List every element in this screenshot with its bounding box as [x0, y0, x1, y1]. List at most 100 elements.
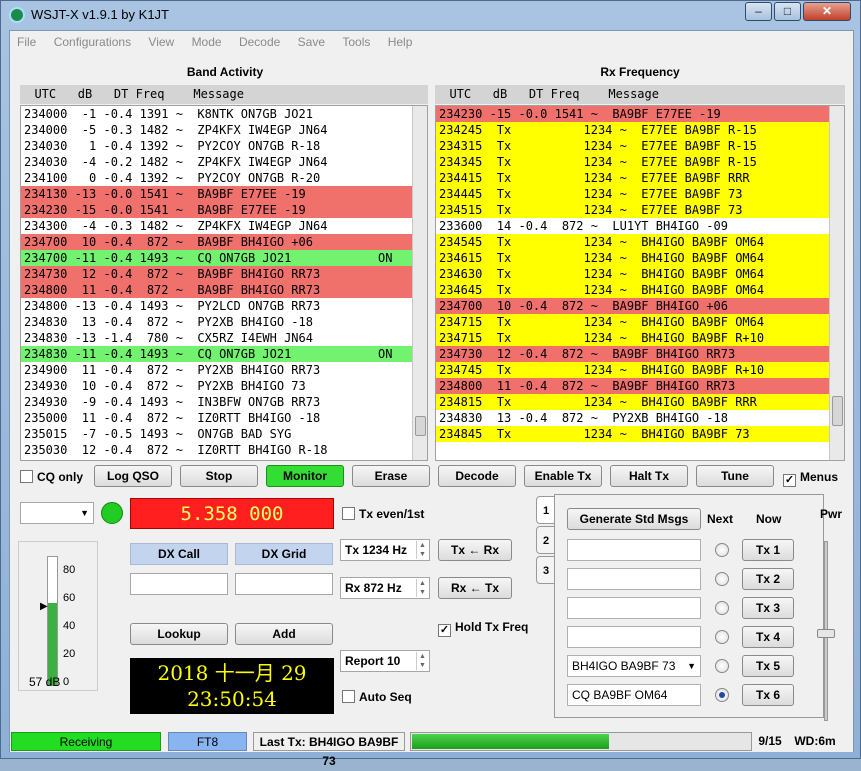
auto-seq-checkbox[interactable]: Auto Seq — [342, 690, 412, 704]
decode-row[interactable]: 234545 Tx 1234 ~ BH4IGO BA9BF OM64 — [436, 234, 844, 250]
decode-row[interactable]: 234830 -13 -1.4 780 ~ CX5RZ I4EWH JN64 — [21, 330, 427, 346]
decode-row[interactable]: 234030 1 -0.4 1392 ~ PY2COY ON7GB R-18 — [21, 138, 427, 154]
rx-frequency-scrollbar[interactable] — [829, 106, 844, 460]
tx-from-rx-button[interactable]: Tx ← Rx — [438, 539, 512, 561]
decode-row[interactable]: 234830 13 -0.4 872 ~ PY2XB BH4IGO -18 — [21, 314, 427, 330]
decode-row[interactable]: 234615 Tx 1234 ~ BH4IGO BA9BF OM64 — [436, 250, 844, 266]
spin-arrows-icon[interactable]: ▲ ▼ — [416, 541, 428, 559]
tx6-now-button[interactable]: Tx 6 — [742, 684, 794, 706]
decode-row[interactable]: 234700 -11 -0.4 1493 ~ CQ ON7GB JO21 ON — [21, 250, 427, 266]
band-select[interactable]: ▼ — [20, 502, 94, 524]
checkbox-box[interactable] — [342, 690, 355, 703]
menus-checkbox[interactable]: ✓ Menus — [783, 470, 838, 487]
checkbox-box[interactable] — [20, 470, 33, 483]
decode-row[interactable]: 234845 Tx 1234 ~ BH4IGO BA9BF 73 — [436, 426, 844, 442]
cq-only-checkbox[interactable]: CQ only — [20, 470, 83, 484]
log-qso-button[interactable]: Log QSO — [94, 465, 172, 487]
spin-arrows-icon[interactable]: ▲ ▼ — [416, 579, 428, 597]
tx5-next-radio[interactable] — [715, 659, 729, 673]
decode-row[interactable]: 233600 14 -0.4 872 ~ LU1YT BH4IGO -09 — [436, 218, 844, 234]
tab-1[interactable]: 1 — [536, 496, 556, 524]
menu-tools[interactable]: Tools — [335, 31, 377, 53]
tx5-message-field[interactable]: BH4IGO BA9BF 73 ▼ — [567, 655, 701, 677]
erase-button[interactable]: Erase — [352, 465, 430, 487]
tx3-message-field[interactable] — [567, 597, 701, 619]
band-activity-list[interactable]: 234000 -1 -0.4 1391 ~ K8NTK ON7GB JO21 23… — [20, 105, 428, 461]
decode-row[interactable]: 234230 -15 -0.0 1541 ~ BA9BF E77EE -19 — [21, 202, 427, 218]
decode-row[interactable]: 234000 -5 -0.3 1482 ~ ZP4KFX IW4EGP JN64 — [21, 122, 427, 138]
halt-tx-button[interactable]: Halt Tx — [610, 465, 688, 487]
decode-row[interactable]: 234800 11 -0.4 872 ~ BA9BF BH4IGO RR73 — [21, 282, 427, 298]
scroll-thumb[interactable] — [415, 416, 426, 436]
report-spinbox[interactable]: Report 10 ▲ ▼ — [340, 650, 430, 672]
checkbox-box[interactable] — [342, 507, 355, 520]
tx1-next-radio[interactable] — [715, 543, 729, 557]
spin-arrows-icon[interactable]: ▲ ▼ — [416, 652, 428, 670]
decode-row[interactable]: 234830 13 -0.4 872 ~ PY2XB BH4IGO -18 — [436, 410, 844, 426]
decode-row[interactable]: 234700 10 -0.4 872 ~ BA9BF BH4IGO +06 — [21, 234, 427, 250]
decode-row[interactable]: 234000 -1 -0.4 1391 ~ K8NTK ON7GB JO21 — [21, 106, 427, 122]
enable-tx-button[interactable]: Enable Tx — [524, 465, 602, 487]
decode-row[interactable]: 235015 -7 -0.5 1493 ~ ON7GB BAD SYG — [21, 426, 427, 442]
generate-std-msgs-button[interactable]: Generate Std Msgs — [567, 508, 701, 530]
decode-row[interactable]: 234900 11 -0.4 872 ~ PY2XB BH4IGO RR73 — [21, 362, 427, 378]
tx1-message-field[interactable] — [567, 539, 701, 561]
dx-call-input[interactable] — [130, 573, 228, 595]
decode-row[interactable]: 234345 Tx 1234 ~ E77EE BA9BF R-15 — [436, 154, 844, 170]
decode-row[interactable]: 234700 10 -0.4 872 ~ BA9BF BH4IGO +06 — [436, 298, 844, 314]
tx4-message-field[interactable] — [567, 626, 701, 648]
decode-row[interactable]: 234930 10 -0.4 872 ~ PY2XB BH4IGO 73 — [21, 378, 427, 394]
decode-row[interactable]: 234300 -4 -0.3 1482 ~ ZP4KFX IW4EGP JN64 — [21, 218, 427, 234]
decode-row[interactable]: 234730 12 -0.4 872 ~ BA9BF BH4IGO RR73 — [436, 346, 844, 362]
tx6-message-field[interactable]: CQ BA9BF OM64 — [567, 684, 701, 706]
decode-row[interactable]: 234830 -11 -0.4 1493 ~ CQ ON7GB JO21 ON — [21, 346, 427, 362]
tx2-now-button[interactable]: Tx 2 — [742, 568, 794, 590]
tx1-now-button[interactable]: Tx 1 — [742, 539, 794, 561]
menu-save[interactable]: Save — [291, 31, 332, 53]
close-button[interactable]: ✕ — [803, 2, 851, 21]
hold-tx-freq-checkbox[interactable]: ✓ Hold Tx Freq — [438, 620, 528, 637]
tab-2[interactable]: 2 — [536, 526, 556, 554]
rx-from-tx-button[interactable]: Rx ← Tx — [438, 577, 512, 599]
tx6-next-radio[interactable] — [715, 688, 729, 702]
checkbox-box[interactable]: ✓ — [783, 474, 796, 487]
decode-row[interactable]: 234715 Tx 1234 ~ BH4IGO BA9BF OM64 — [436, 314, 844, 330]
tx3-next-radio[interactable] — [715, 601, 729, 615]
maximize-button[interactable]: □ — [774, 2, 801, 21]
menu-configurations[interactable]: Configurations — [47, 31, 138, 53]
decode-row[interactable]: 234930 -9 -0.4 1493 ~ IN3BFW ON7GB RR73 — [21, 394, 427, 410]
scroll-thumb[interactable] — [832, 396, 843, 426]
menu-file[interactable]: File — [10, 31, 43, 53]
decode-row[interactable]: 235030 12 -0.4 872 ~ IZ0RTT BH4IGO R-18 — [21, 442, 427, 458]
decode-row[interactable]: 234800 -13 -0.4 1493 ~ PY2LCD ON7GB RR73 — [21, 298, 427, 314]
decode-row[interactable]: 234645 Tx 1234 ~ BH4IGO BA9BF OM64 — [436, 282, 844, 298]
decode-row[interactable]: 234445 Tx 1234 ~ E77EE BA9BF 73 — [436, 186, 844, 202]
tx2-message-field[interactable] — [567, 568, 701, 590]
decode-row[interactable]: 234315 Tx 1234 ~ E77EE BA9BF R-15 — [436, 138, 844, 154]
tx4-next-radio[interactable] — [715, 630, 729, 644]
menu-help[interactable]: Help — [381, 31, 420, 53]
decode-button[interactable]: Decode — [438, 465, 516, 487]
decode-row[interactable]: 234415 Tx 1234 ~ E77EE BA9BF RRR — [436, 170, 844, 186]
minimize-button[interactable]: – — [745, 2, 772, 21]
decode-row[interactable]: 234245 Tx 1234 ~ E77EE BA9BF R-15 — [436, 122, 844, 138]
menu-decode[interactable]: Decode — [232, 31, 287, 53]
menu-mode[interactable]: Mode — [185, 31, 229, 53]
tx4-now-button[interactable]: Tx 4 — [742, 626, 794, 648]
pwr-slider-handle[interactable] — [817, 629, 835, 638]
decode-row[interactable]: 234100 0 -0.4 1392 ~ PY2COY ON7GB R-20 — [21, 170, 427, 186]
monitor-button[interactable]: Monitor — [266, 465, 344, 487]
stop-button[interactable]: Stop — [180, 465, 258, 487]
tx5-now-button[interactable]: Tx 5 — [742, 655, 794, 677]
decode-row[interactable]: 234715 Tx 1234 ~ BH4IGO BA9BF R+10 — [436, 330, 844, 346]
decode-row[interactable]: 234630 Tx 1234 ~ BH4IGO BA9BF OM64 — [436, 266, 844, 282]
decode-row[interactable]: 234515 Tx 1234 ~ E77EE BA9BF 73 — [436, 202, 844, 218]
decode-row[interactable]: 234130 -13 -0.0 1541 ~ BA9BF E77EE -19 — [21, 186, 427, 202]
decode-row[interactable]: 235000 11 -0.4 872 ~ IZ0RTT BH4IGO -18 — [21, 410, 427, 426]
checkbox-box[interactable]: ✓ — [438, 624, 451, 637]
decode-row[interactable]: 234815 Tx 1234 ~ BH4IGO BA9BF RRR — [436, 394, 844, 410]
decode-row[interactable]: 234030 -4 -0.2 1482 ~ ZP4KFX IW4EGP JN64 — [21, 154, 427, 170]
decode-row[interactable]: 234230 -15 -0.0 1541 ~ BA9BF E77EE -19 — [436, 106, 844, 122]
band-activity-scrollbar[interactable] — [412, 106, 427, 460]
menu-view[interactable]: View — [141, 31, 181, 53]
